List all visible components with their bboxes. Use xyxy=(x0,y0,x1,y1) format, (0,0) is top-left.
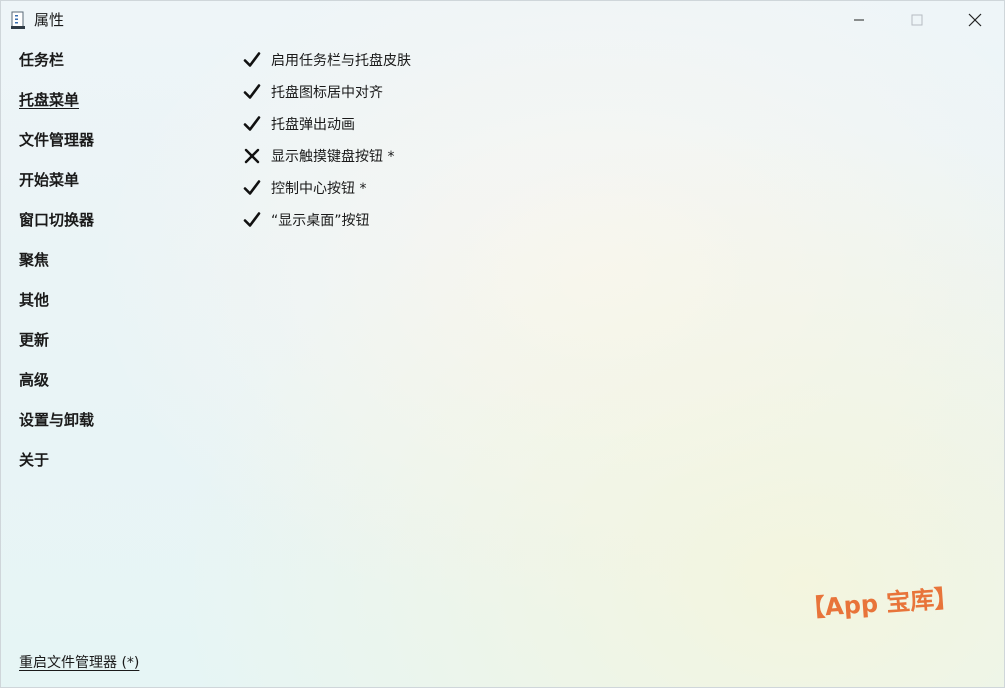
checkmark-icon xyxy=(243,180,261,195)
close-icon xyxy=(968,13,982,27)
sidebar-item-file-explorer[interactable]: 文件管理器 xyxy=(19,128,219,168)
sidebar-item-about[interactable]: 关于 xyxy=(19,448,219,488)
option-show-desktop-button[interactable]: “显示桌面”按钮 xyxy=(243,204,743,236)
sidebar-item-advanced[interactable]: 高级 xyxy=(19,368,219,408)
option-enable-taskbar-tray-skin[interactable]: 启用任务栏与托盘皮肤 xyxy=(243,44,743,76)
sidebar-item-start-menu[interactable]: 开始菜单 xyxy=(19,168,219,208)
sidebar-item-window-switcher[interactable]: 窗口切换器 xyxy=(19,208,219,248)
minimize-button[interactable] xyxy=(830,1,888,39)
checkmark-icon xyxy=(243,116,261,131)
checkmark-icon xyxy=(243,212,261,227)
sidebar-item-tray-menu[interactable]: 托盘菜单 xyxy=(19,88,219,128)
option-label: “显示桌面”按钮 xyxy=(271,213,370,229)
sidebar-item-spotlight[interactable]: 聚焦 xyxy=(19,248,219,288)
option-label: 启用任务栏与托盘皮肤 xyxy=(271,53,411,69)
option-label: 显示触摸键盘按钮 * xyxy=(271,149,395,165)
restart-explorer-link[interactable]: 重启文件管理器 (*) xyxy=(19,652,139,672)
title-bar[interactable]: 属性 xyxy=(1,1,1004,39)
properties-icon xyxy=(11,11,25,29)
option-tray-flyout-animation[interactable]: 托盘弹出动画 xyxy=(243,108,743,140)
checkmark-icon xyxy=(243,84,261,99)
option-control-center-button[interactable]: 控制中心按钮 * xyxy=(243,172,743,204)
checkmark-icon xyxy=(243,52,261,67)
window-title: 属性 xyxy=(34,11,65,29)
sidebar-item-taskbar[interactable]: 任务栏 xyxy=(19,48,219,88)
sidebar-item-setup-uninstall[interactable]: 设置与卸载 xyxy=(19,408,219,448)
minimize-icon xyxy=(854,19,864,21)
maximize-icon xyxy=(911,14,923,26)
option-label: 托盘图标居中对齐 xyxy=(271,85,383,101)
properties-window: 属性 任务栏 托盘菜单 文件管理器 开始菜单 窗口切换器 聚焦 其他 更新 高级 xyxy=(0,0,1005,688)
watermark: 【App 宝库】 xyxy=(800,584,960,623)
option-label: 控制中心按钮 * xyxy=(271,181,367,197)
maximize-button[interactable] xyxy=(888,1,946,39)
option-center-tray-icons[interactable]: 托盘图标居中对齐 xyxy=(243,76,743,108)
tray-options-list: 启用任务栏与托盘皮肤 托盘图标居中对齐 托盘弹出动画 显示触摸键盘按钮 * 控制… xyxy=(243,44,743,236)
close-button[interactable] xyxy=(946,1,1004,39)
sidebar-nav: 任务栏 托盘菜单 文件管理器 开始菜单 窗口切换器 聚焦 其他 更新 高级 设置… xyxy=(19,48,219,488)
cross-icon xyxy=(244,148,260,164)
option-show-touch-keyboard-button[interactable]: 显示触摸键盘按钮 * xyxy=(243,140,743,172)
sidebar-item-updates[interactable]: 更新 xyxy=(19,328,219,368)
option-label: 托盘弹出动画 xyxy=(271,117,355,133)
sidebar-item-other[interactable]: 其他 xyxy=(19,288,219,328)
